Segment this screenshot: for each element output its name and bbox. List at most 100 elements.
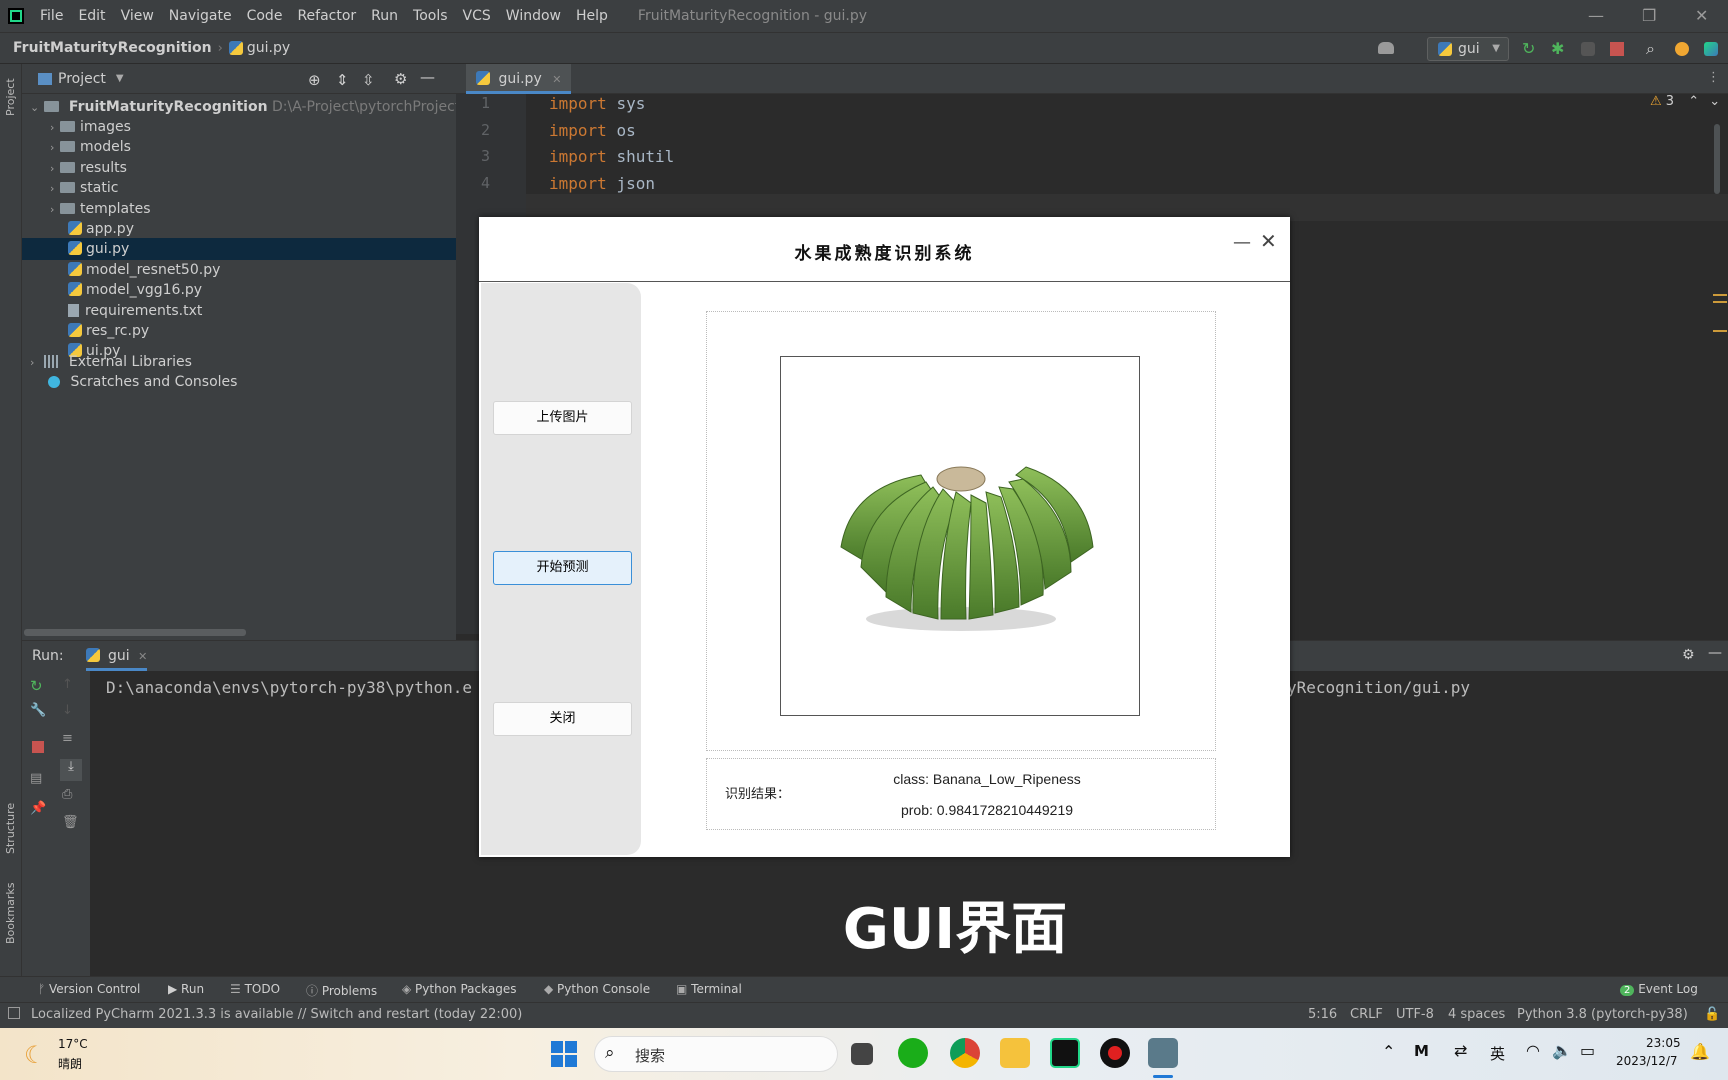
tree-item[interactable]: › static: [22, 177, 456, 199]
chevron-up-icon[interactable]: ⌃: [1688, 94, 1699, 109]
tree-item[interactable]: › results: [22, 157, 456, 179]
ime-indicator[interactable]: 英: [1490, 1043, 1505, 1064]
print-icon[interactable]: ⎙: [62, 787, 72, 802]
menu-help[interactable]: Help: [576, 8, 608, 24]
wrench-icon[interactable]: 🔧: [30, 703, 46, 718]
python-window-app-icon[interactable]: [1148, 1038, 1178, 1068]
close-tab-icon[interactable]: ✕: [552, 73, 561, 86]
menu-view[interactable]: View: [121, 8, 154, 24]
collapse-all-icon[interactable]: ⇳: [362, 71, 375, 89]
weather-temperature[interactable]: 17°C: [58, 1037, 88, 1051]
wifi-icon[interactable]: ◠: [1526, 1041, 1540, 1060]
menu-navigate[interactable]: Navigate: [169, 8, 232, 24]
hide-panel-icon[interactable]: —: [420, 68, 435, 86]
debug-icon[interactable]: ✱: [1551, 39, 1565, 58]
event-log-tab[interactable]: 2 Event Log: [1620, 982, 1698, 996]
menu-refactor[interactable]: Refactor: [297, 8, 356, 24]
pycharm-app-icon[interactable]: [1050, 1038, 1080, 1068]
file-explorer-icon[interactable]: [1000, 1038, 1030, 1068]
pin-icon[interactable]: 📌: [30, 801, 46, 816]
menu-file[interactable]: File: [40, 8, 63, 24]
tool-tab-run[interactable]: ▶ Run: [168, 982, 204, 996]
soft-wrap-icon[interactable]: ≡: [62, 731, 73, 746]
menu-run[interactable]: Run: [371, 8, 398, 24]
tree-root[interactable]: ⌄ FruitMaturityRecognition D:\A-Project\…: [22, 96, 485, 118]
battery-icon[interactable]: ▭: [1580, 1041, 1595, 1060]
coverage-icon[interactable]: [1581, 42, 1595, 56]
restore-window-icon[interactable]: ❐: [1642, 6, 1656, 25]
trash-icon[interactable]: 🗑: [62, 815, 79, 830]
tree-item[interactable]: res_rc.py: [22, 320, 456, 342]
wechat-app-icon[interactable]: [898, 1038, 928, 1068]
gear-icon[interactable]: ⚙: [1682, 647, 1695, 663]
gear-icon[interactable]: ⚙: [394, 70, 407, 88]
editor-tab-gui[interactable]: gui.py ✕: [466, 64, 572, 94]
menu-window[interactable]: Window: [506, 8, 561, 24]
search-icon[interactable]: ⌕: [1646, 39, 1660, 58]
close-window-icon[interactable]: ✕: [1695, 6, 1708, 25]
file-encoding[interactable]: UTF-8: [1396, 1007, 1434, 1022]
tray-app-icon[interactable]: M: [1414, 1042, 1429, 1060]
tool-tab-todo[interactable]: ☰ TODO: [230, 982, 280, 996]
menu-tools[interactable]: Tools: [413, 8, 448, 24]
tree-item[interactable]: › images: [22, 116, 456, 138]
tree-item[interactable]: model_resnet50.py: [22, 259, 456, 281]
tree-item[interactable]: requirements.txt: [22, 300, 456, 322]
caret-position[interactable]: 5:16: [1308, 1007, 1337, 1022]
toggle-tool-windows-icon[interactable]: [8, 1007, 20, 1019]
volume-icon[interactable]: 🔈: [1552, 1041, 1572, 1060]
chevron-up-icon[interactable]: ⌃: [1382, 1042, 1395, 1061]
tree-item[interactable]: gui.py: [22, 238, 456, 261]
inspection-widget[interactable]: ⚠ 3 ⌃ ⌄: [1650, 94, 1720, 109]
close-button[interactable]: 关闭: [493, 702, 632, 736]
chevron-down-icon[interactable]: ▼: [116, 73, 124, 84]
close-icon[interactable]: ✕: [1260, 229, 1277, 253]
arrow-down-icon[interactable]: ↓: [62, 703, 73, 718]
layout-icon[interactable]: ▤: [30, 771, 42, 786]
run-configuration-select[interactable]: gui ▼: [1427, 37, 1509, 61]
input-switch-icon[interactable]: ⇄: [1454, 1041, 1467, 1060]
indent-setting[interactable]: 4 spaces: [1448, 1007, 1505, 1022]
hide-panel-icon[interactable]: —: [1708, 645, 1722, 661]
rerun-icon[interactable]: ↻: [30, 677, 43, 695]
tree-item[interactable]: › models: [22, 136, 456, 158]
tool-tab-python-packages[interactable]: ◈ Python Packages: [402, 982, 516, 996]
lock-icon[interactable]: 🔓: [1704, 1007, 1720, 1022]
stop-icon[interactable]: [1610, 42, 1624, 56]
clock-time[interactable]: 23:05: [1646, 1036, 1681, 1050]
chevron-down-icon[interactable]: ⌄: [1709, 94, 1720, 109]
status-message[interactable]: Localized PyCharm 2021.3.3 is available …: [31, 1007, 522, 1022]
close-tab-icon[interactable]: ✕: [138, 650, 147, 663]
menu-edit[interactable]: Edit: [78, 8, 105, 24]
breadcrumb-file[interactable]: gui.py: [247, 40, 290, 56]
tree-item[interactable]: model_vgg16.py: [22, 279, 456, 301]
windows-start-icon[interactable]: [551, 1041, 577, 1067]
tool-tab-version-control[interactable]: ᚠ Version Control: [38, 982, 140, 996]
notification-bell-icon[interactable]: 🔔: [1690, 1042, 1710, 1061]
menu-vcs[interactable]: VCS: [463, 8, 491, 24]
minimize-icon[interactable]: —: [1233, 232, 1251, 253]
weather-description[interactable]: 晴朗: [58, 1055, 82, 1072]
structure-tool-tab[interactable]: Structure: [4, 803, 17, 854]
recorder-app-icon[interactable]: [1100, 1038, 1130, 1068]
tool-tab-terminal[interactable]: ▣ Terminal: [676, 982, 742, 996]
tool-tab-python-console[interactable]: ◆ Python Console: [544, 982, 650, 996]
warning-marker[interactable]: [1713, 330, 1727, 332]
menu-code[interactable]: Code: [247, 8, 283, 24]
scroll-to-end-icon[interactable]: ⤓: [60, 759, 82, 781]
warning-marker[interactable]: [1713, 294, 1727, 296]
horizontal-scrollbar[interactable]: [24, 629, 246, 636]
project-tool-tab[interactable]: Project: [4, 78, 17, 116]
upload-image-button[interactable]: 上传图片: [493, 401, 632, 435]
arrow-up-icon[interactable]: ↑: [62, 677, 73, 692]
python-interpreter[interactable]: Python 3.8 (pytorch-py38): [1517, 1007, 1688, 1022]
expand-all-icon[interactable]: ⇕: [336, 71, 349, 89]
clock-date[interactable]: 2023/12/7: [1616, 1054, 1678, 1068]
tree-item[interactable]: › templates: [22, 198, 456, 220]
update-icon[interactable]: [1675, 42, 1689, 56]
vertical-scrollbar[interactable]: [1714, 124, 1720, 194]
run-tab-gui[interactable]: gui ✕: [85, 641, 148, 671]
more-options-icon[interactable]: ⋮: [1707, 70, 1720, 85]
user-icon[interactable]: [1378, 42, 1394, 54]
chrome-app-icon[interactable]: [950, 1038, 980, 1068]
